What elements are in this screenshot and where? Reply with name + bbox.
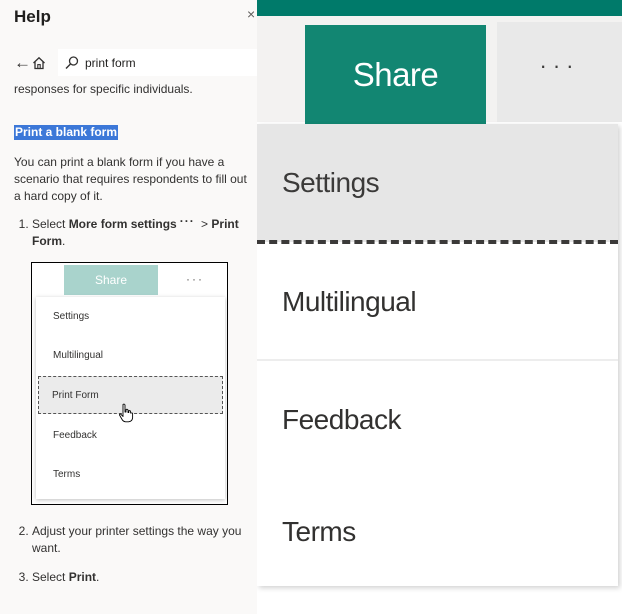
help-nav-row: ←: [14, 49, 257, 76]
mini-menu-item: Settings: [53, 310, 90, 322]
menu-item-settings[interactable]: Settings: [257, 124, 618, 242]
home-icon[interactable]: [32, 54, 52, 72]
menu-item-terms[interactable]: Terms: [257, 478, 618, 586]
more-options-menu: Settings Multilingual Feedback Terms: [257, 124, 618, 586]
help-search-input[interactable]: [85, 55, 235, 70]
help-article: responses for specific individuals. Prin…: [14, 81, 250, 598]
step-3: Select Print.: [32, 569, 250, 586]
help-search-box[interactable]: [58, 49, 257, 76]
step-2: Adjust your printer settings the way you…: [32, 523, 250, 557]
share-button[interactable]: Share: [305, 25, 486, 124]
steps-list: Select More form settings··· > Print For…: [14, 214, 250, 586]
focus-divider: [257, 240, 618, 244]
section-heading: Print a blank form: [14, 125, 119, 140]
step-1: Select More form settings··· > Print For…: [31, 214, 250, 505]
more-dots-icon: ···: [539, 53, 580, 78]
header-strip: [257, 0, 622, 16]
search-icon: [64, 55, 80, 71]
mini-menu: Settings Multilingual Print Form Feedbac…: [36, 297, 225, 499]
article-cut-text: responses for specific individuals.: [14, 82, 193, 96]
mini-menu-item: Multilingual: [53, 349, 104, 361]
back-arrow-icon[interactable]: ←: [14, 54, 32, 71]
more-options-button[interactable]: ···: [497, 22, 622, 122]
intro-paragraph: You can print a blank form if you have a…: [14, 155, 247, 203]
menu-item-feedback[interactable]: Feedback: [257, 362, 618, 478]
hand-cursor-icon: [119, 403, 134, 423]
close-icon[interactable]: ×: [247, 6, 255, 22]
zoomed-menu-view: Share ··· Settings Multilingual Feedback…: [257, 0, 622, 614]
help-title: Help: [14, 7, 51, 26]
mini-menu-item: Terms: [53, 468, 81, 480]
mini-toolbar: Share ···: [32, 263, 227, 295]
illustration-screenshot: Share ··· Settings Multilingual Print Fo…: [31, 262, 228, 505]
more-dots-icon: ···: [179, 214, 195, 228]
menu-item-multilingual[interactable]: Multilingual: [257, 245, 618, 361]
mini-more-icon: ···: [186, 272, 204, 286]
mini-share-button: Share: [64, 265, 158, 295]
help-pane: Help × ← responses for specific individu…: [0, 0, 257, 614]
